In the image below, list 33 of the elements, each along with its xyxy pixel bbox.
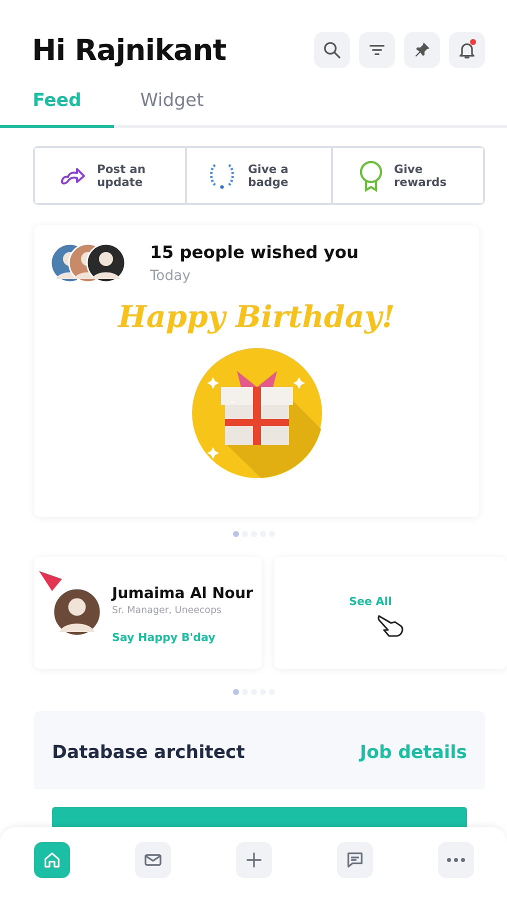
search-icon (322, 40, 342, 60)
see-all-link[interactable]: See All (349, 594, 392, 608)
pager-dot[interactable] (232, 531, 238, 537)
add-icon (244, 850, 264, 870)
search-button[interactable] (314, 32, 350, 68)
ribbon-medal-icon (358, 160, 384, 192)
home-nav-button[interactable] (34, 842, 70, 878)
tab[interactable]: Feed (0, 90, 114, 128)
home-icon (42, 850, 62, 870)
chat-nav-button[interactable] (337, 842, 373, 878)
mail-nav-button[interactable] (135, 842, 171, 878)
chat-icon (345, 850, 365, 870)
pin-button[interactable] (404, 32, 440, 68)
pager-dot[interactable] (232, 689, 238, 695)
tab[interactable]: Widget (114, 90, 230, 128)
job-title: Database architect (52, 742, 245, 762)
birthday-greeting: Happy Birthday! (118, 300, 395, 335)
person-role: Sr. Manager, Uneecops (112, 605, 222, 616)
wishes-date: Today (150, 268, 192, 284)
quick-action-button[interactable]: Give rewards (331, 148, 483, 203)
say-happy-birthday-link[interactable]: Say Happy B'day (112, 631, 216, 644)
greeting-title: Hi Rajnikant (32, 33, 226, 67)
action-button[interactable] (52, 807, 467, 829)
more-nav-button[interactable] (438, 842, 474, 878)
more-icon (447, 858, 465, 862)
add-nav-button[interactable] (236, 842, 272, 878)
person-name: Jumaima Al Nour (112, 584, 254, 602)
avatar (86, 243, 126, 283)
filter-button[interactable] (359, 32, 395, 68)
avatar (52, 587, 102, 637)
bell-button[interactable] (449, 32, 485, 68)
job-details-link[interactable]: Job details (360, 742, 467, 762)
wishes-title: 15 people wished you (150, 243, 359, 263)
